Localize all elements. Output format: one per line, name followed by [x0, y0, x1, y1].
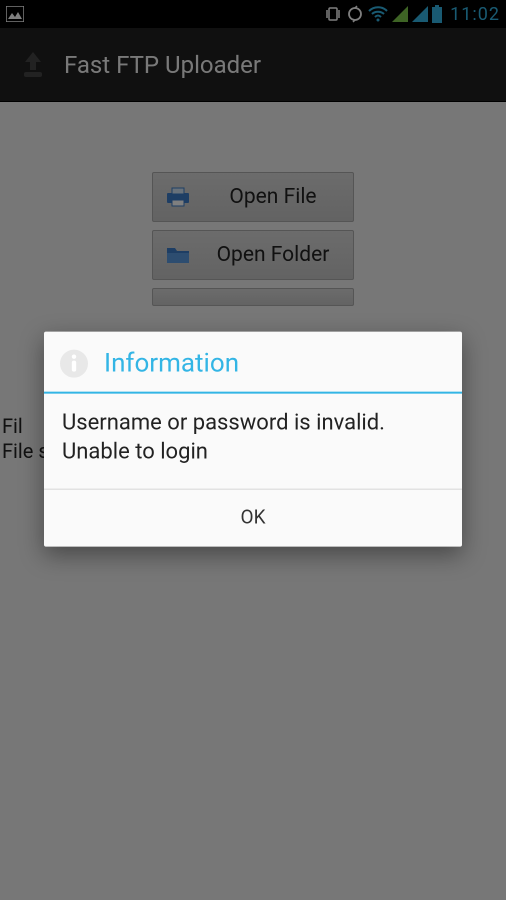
dialog-message: Username or password is invalid. Unable … [44, 394, 462, 489]
dialog-header: Information [44, 332, 462, 392]
dialog-title: Information [104, 349, 239, 379]
info-icon [58, 348, 90, 380]
info-dialog: Information Username or password is inva… [44, 332, 462, 547]
ok-button[interactable]: OK [44, 490, 462, 547]
